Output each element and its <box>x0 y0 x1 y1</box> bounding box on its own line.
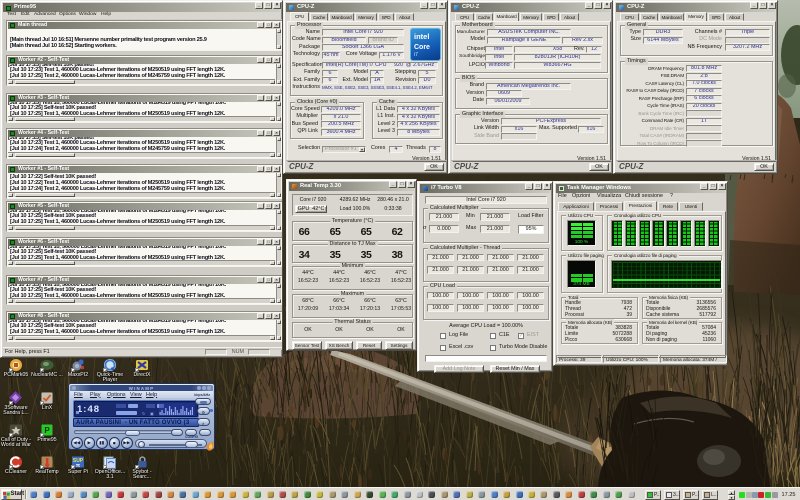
svg-text:P: P <box>44 426 50 435</box>
